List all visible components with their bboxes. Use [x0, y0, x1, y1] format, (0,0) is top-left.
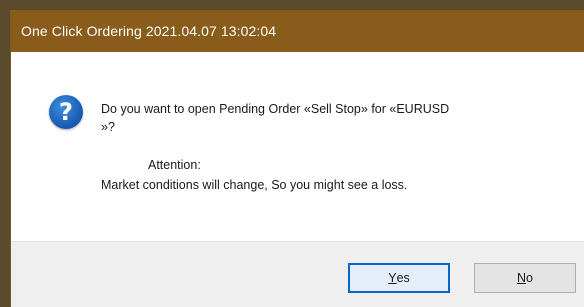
title-bar[interactable]: One Click Ordering 2021.04.07 13:02:04 [11, 10, 584, 52]
no-button[interactable]: No [474, 263, 576, 293]
question-line-1: Do you want to open Pending Order «Sell … [101, 102, 450, 116]
yes-button[interactable]: Yes [348, 263, 450, 293]
warning-message: Market conditions will change, So you mi… [101, 178, 408, 192]
message-dialog: One Click Ordering 2021.04.07 13:02:04 ?… [10, 10, 584, 307]
question-message: Do you want to open Pending Order «Sell … [101, 100, 449, 136]
no-label-rest: o [526, 271, 533, 285]
no-accelerator: N [517, 271, 527, 285]
question-icon: ? [49, 95, 83, 129]
attention-label: Attention: [148, 158, 201, 172]
window-title: One Click Ordering 2021.04.07 13:02:04 [21, 23, 277, 39]
dialog-content: ? Do you want to open Pending Order «Sel… [11, 52, 584, 241]
question-line-2: »? [101, 120, 115, 134]
yes-accelerator: Y [388, 271, 397, 285]
button-bar: Yes No [11, 241, 584, 307]
yes-label-rest: es [396, 271, 410, 285]
